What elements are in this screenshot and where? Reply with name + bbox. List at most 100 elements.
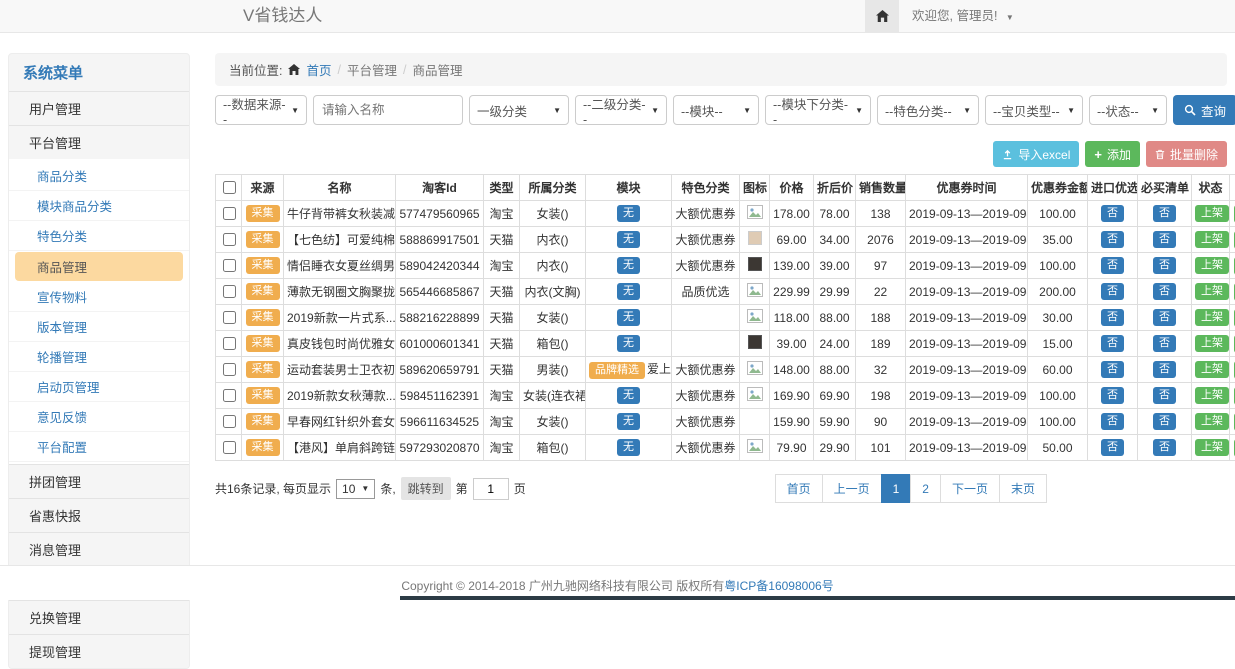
name-cell: 早春网红针织外套女春... [284, 409, 396, 435]
must-buy-badge[interactable]: 否 [1153, 257, 1176, 274]
sidebar-subitem-版本管理[interactable]: 版本管理 [9, 312, 189, 342]
import-select-badge[interactable]: 否 [1101, 257, 1124, 274]
row-checkbox[interactable] [223, 259, 236, 272]
status-badge[interactable]: 上架 [1195, 231, 1229, 248]
import-select-badge[interactable]: 否 [1101, 231, 1124, 248]
page-button-上一页[interactable]: 上一页 [822, 474, 882, 503]
row-checkbox[interactable] [223, 311, 236, 324]
filter-select-module[interactable]: --模块--▼ [673, 95, 759, 125]
search-button[interactable]: 查询 [1173, 95, 1235, 125]
feature-category-cell: 大额优惠券 [672, 435, 740, 461]
import-select-badge[interactable]: 否 [1101, 309, 1124, 326]
sidebar-subitem-意见反馈[interactable]: 意见反馈 [9, 402, 189, 432]
must-buy-badge[interactable]: 否 [1153, 387, 1176, 404]
sidebar-item-省惠快报[interactable]: 省惠快报 [9, 498, 189, 532]
must-buy-badge[interactable]: 否 [1153, 439, 1176, 456]
sidebar-title: 系统菜单 [9, 54, 189, 91]
status-badge[interactable]: 上架 [1195, 439, 1229, 456]
page-button-下一页[interactable]: 下一页 [940, 474, 1000, 503]
status-badge[interactable]: 上架 [1195, 413, 1229, 430]
caret-down-icon: ▼ [855, 106, 863, 115]
row-checkbox[interactable] [223, 389, 236, 402]
filter-select-level2-category[interactable]: --二级分类--▼ [575, 95, 667, 125]
sidebar-item-平台管理[interactable]: 平台管理 [9, 125, 189, 159]
sidebar-subitem-商品分类[interactable]: 商品分类 [9, 161, 189, 191]
price-cell: 148.00 [770, 357, 814, 383]
add-button[interactable]: + 添加 [1085, 141, 1140, 167]
home-button[interactable] [865, 0, 899, 32]
status-badge[interactable]: 上架 [1195, 205, 1229, 222]
status-badge[interactable]: 上架 [1195, 335, 1229, 352]
sidebar-item-拼团管理[interactable]: 拼团管理 [9, 464, 189, 498]
batch-delete-button[interactable]: 批量删除 [1146, 141, 1227, 167]
import-select-badge[interactable]: 否 [1101, 439, 1124, 456]
module-badge: 无 [617, 439, 640, 456]
sidebar-subitem-轮播管理[interactable]: 轮播管理 [9, 342, 189, 372]
page-size-select[interactable]: 10▼ [336, 479, 375, 499]
user-menu[interactable]: 欢迎您, 管理员! ▼ [912, 0, 1014, 34]
jump-button[interactable]: 跳转到 [401, 477, 451, 500]
products-table: 来源名称淘客Id类型所属分类模块特色分类图标价格折后价销售数量优惠券时间优惠券金… [215, 174, 1235, 461]
select-all-checkbox[interactable] [223, 181, 236, 194]
import-select-badge[interactable]: 否 [1101, 413, 1124, 430]
filter-select-module-sub-category[interactable]: --模块下分类--▼ [765, 95, 871, 125]
sidebar-item-提现管理[interactable]: 提现管理 [9, 634, 189, 668]
must-buy-badge[interactable]: 否 [1153, 231, 1176, 248]
icp-link[interactable]: 粤ICP备16098006号 [724, 579, 833, 593]
filter-select-data-source[interactable]: --数据来源--▼ [215, 95, 307, 125]
import-select-cell: 否 [1088, 409, 1138, 435]
status-badge[interactable]: 上架 [1195, 283, 1229, 300]
import-select-badge[interactable]: 否 [1101, 283, 1124, 300]
row-checkbox[interactable] [223, 207, 236, 220]
row-checkbox[interactable] [223, 285, 236, 298]
filter-select-level1-category[interactable]: 一级分类▼ [469, 95, 569, 125]
must-buy-badge[interactable]: 否 [1153, 283, 1176, 300]
row-checkbox[interactable] [223, 337, 236, 350]
filter-select-status[interactable]: --状态--▼ [1089, 95, 1167, 125]
must-buy-badge[interactable]: 否 [1153, 361, 1176, 378]
filter-select-feature-category[interactable]: --特色分类--▼ [877, 95, 979, 125]
status-badge[interactable]: 上架 [1195, 309, 1229, 326]
page-button-首页[interactable]: 首页 [775, 474, 823, 503]
coupon-time-cell: 2019-09-13—2019-09-17 [906, 201, 1028, 227]
sidebar-subitem-启动页管理[interactable]: 启动页管理 [9, 372, 189, 402]
status-badge[interactable]: 上架 [1195, 387, 1229, 404]
row-checkbox[interactable] [223, 363, 236, 376]
row-checkbox[interactable] [223, 233, 236, 246]
must-buy-badge[interactable]: 否 [1153, 335, 1176, 352]
sidebar-subitem-模块商品分类[interactable]: 模块商品分类 [9, 191, 189, 221]
filter-select-item-type[interactable]: --宝贝类型--▼ [985, 95, 1083, 125]
breadcrumb-home-link[interactable]: 首页 [306, 60, 331, 79]
source-badge: 采集 [246, 361, 280, 378]
page-button-末页[interactable]: 末页 [999, 474, 1047, 503]
page-button-2[interactable]: 2 [910, 474, 941, 503]
import-select-badge[interactable]: 否 [1101, 361, 1124, 378]
sidebar-subitem-特色分类[interactable]: 特色分类 [9, 221, 189, 251]
row-checkbox[interactable] [223, 415, 236, 428]
import-select-badge[interactable]: 否 [1101, 205, 1124, 222]
page-button-1[interactable]: 1 [881, 474, 912, 503]
import-excel-button[interactable]: 导入excel [993, 141, 1079, 167]
sidebar-subitem-宣传物料[interactable]: 宣传物料 [9, 282, 189, 312]
filter-input-name[interactable] [313, 95, 463, 125]
status-badge[interactable]: 上架 [1195, 361, 1229, 378]
status-badge[interactable]: 上架 [1195, 257, 1229, 274]
sidebar-subitem-商品管理[interactable]: 商品管理 [15, 252, 183, 281]
discount-price-cell: 34.00 [814, 227, 856, 253]
import-select-badge[interactable]: 否 [1101, 335, 1124, 352]
sidebar-item-消息管理[interactable]: 消息管理 [9, 532, 189, 566]
must-buy-badge[interactable]: 否 [1153, 205, 1176, 222]
row-checkbox[interactable] [223, 441, 236, 454]
filter-select-label: --宝贝类型-- [993, 101, 1060, 120]
taoke-id-cell: 596611634525 [396, 409, 484, 435]
sidebar-item-兑换管理[interactable]: 兑换管理 [9, 600, 189, 634]
must-buy-badge[interactable]: 否 [1153, 413, 1176, 430]
sidebar-item-用户管理[interactable]: 用户管理 [9, 91, 189, 125]
import-select-badge[interactable]: 否 [1101, 387, 1124, 404]
page-number-input[interactable] [473, 478, 509, 500]
sidebar-subitem-平台配置[interactable]: 平台配置 [9, 432, 189, 462]
module-cell: 无 [586, 383, 672, 409]
type-cell: 天猫 [484, 279, 520, 305]
name-cell: 【港风】单肩斜跨链条... [284, 435, 396, 461]
must-buy-badge[interactable]: 否 [1153, 309, 1176, 326]
